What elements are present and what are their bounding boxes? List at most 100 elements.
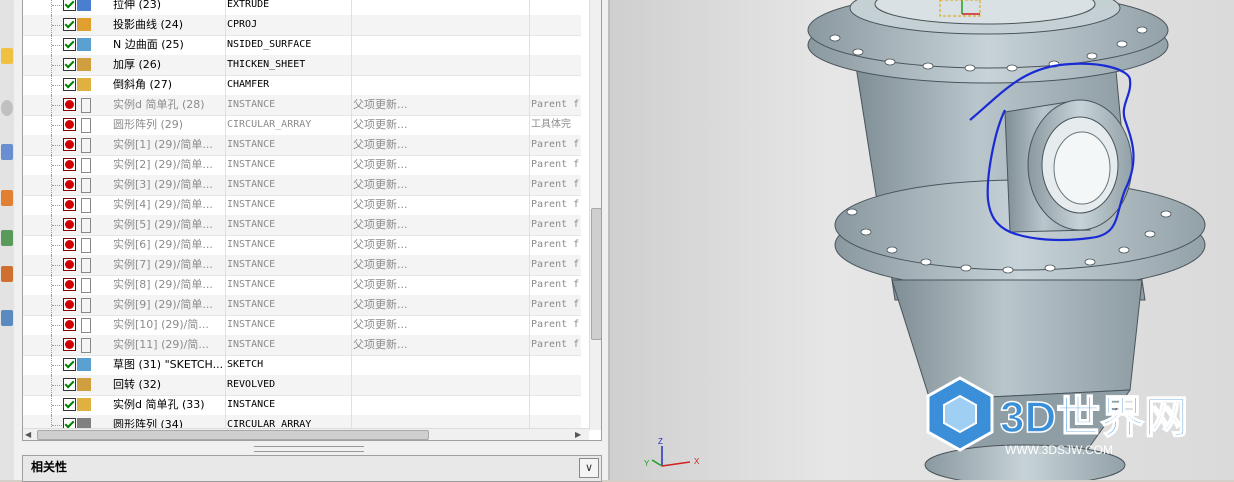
pencil-icon[interactable]	[1, 190, 13, 206]
feature-type: INSTANCE	[227, 279, 276, 290]
palette-icon[interactable]	[1, 310, 13, 326]
vertical-scrollbar[interactable]	[589, 0, 601, 430]
feature-type: INSTANCE	[227, 179, 276, 190]
feature-warning	[531, 55, 581, 75]
tools-icon[interactable]	[1, 230, 13, 246]
feature-name: N 边曲面 (25)	[113, 38, 184, 51]
feature-warning: 工具体完	[531, 119, 571, 130]
feature-name: 实例[1] (29)/简单...	[113, 138, 213, 151]
feature-name: 拉伸 (23)	[113, 0, 162, 11]
part-navigator-panel: 拉伸 (23) EXTRUDE 投影曲线 (24) CPROJ N 边曲面 (25) NS…	[14, 0, 608, 482]
feature-warning: Parent f	[531, 339, 580, 350]
feature-type: INSTANCE	[227, 99, 276, 110]
feature-name: 实例d 简单孔 (33)	[113, 398, 205, 411]
lower-pipe-body	[891, 279, 1143, 401]
feature-warning: Parent f	[531, 199, 580, 210]
feature-warning: Parent f	[531, 219, 580, 230]
feature-name: 实例[5] (29)/简单...	[113, 218, 213, 231]
tree-row[interactable]: 草图 (31) "SKETCH... SKETCH	[23, 355, 581, 376]
tree-row[interactable]: 实例d 简单孔 (28) INSTANCE 父项更新... Parent f	[23, 95, 581, 116]
feature-warning: Parent f	[531, 239, 580, 250]
feature-status: 父项更新...	[353, 238, 408, 251]
feature-warning: Parent f	[531, 139, 580, 150]
tree-row[interactable]: 实例[4] (29)/简单... INSTANCE 父项更新... Parent f	[23, 195, 581, 216]
feature-warning	[531, 75, 581, 95]
tree-row[interactable]: 实例d 简单孔 (33) INSTANCE	[23, 395, 581, 416]
tree-row[interactable]: 投影曲线 (24) CPROJ	[23, 15, 581, 36]
feature-status	[353, 15, 529, 35]
feature-name: 实例[6] (29)/简单...	[113, 238, 213, 251]
tree-row[interactable]: N 边曲面 (25) NSIDED_SURFACE	[23, 35, 581, 56]
feature-name: 草图 (31) "SKETCH...	[113, 358, 223, 371]
feature-warning	[531, 375, 581, 395]
feature-warning	[531, 0, 581, 15]
tree-row[interactable]: 实例[2] (29)/简单... INSTANCE 父项更新... Parent f	[23, 155, 581, 176]
feature-tree: 拉伸 (23) EXTRUDE 投影曲线 (24) CPROJ N 边曲面 (25) NS…	[22, 0, 602, 441]
feature-name: 倒斜角 (27)	[113, 78, 173, 91]
tree-row[interactable]: 实例[7] (29)/简单... INSTANCE 父项更新... Parent f	[23, 255, 581, 276]
feature-name: 投影曲线 (24)	[113, 18, 184, 31]
feature-type: THICKEN_SHEET	[227, 59, 306, 70]
tree-row[interactable]: 实例[5] (29)/简单... INSTANCE 父项更新... Parent f	[23, 215, 581, 236]
feature-name: 实例[10] (29)/简...	[113, 318, 209, 331]
tree-row[interactable]: 回转 (32) REVOLVED	[23, 375, 581, 396]
feature-type: INSTANCE	[227, 399, 276, 410]
tree-row[interactable]: 实例[8] (29)/简单... INSTANCE 父项更新... Parent f	[23, 275, 581, 296]
feature-type: CIRCULAR_ARRAY	[227, 119, 312, 130]
panel-splitter[interactable]	[254, 446, 364, 452]
feature-type: INSTANCE	[227, 319, 276, 330]
graphics-viewport[interactable]: Z X Y 3D世界网 WWW.3DSJW.COM	[608, 0, 1234, 480]
role-icon[interactable]	[1, 266, 13, 282]
feature-name: 实例d 简单孔 (28)	[113, 98, 205, 111]
feature-type: INSTANCE	[227, 239, 276, 250]
feature-warning: Parent f	[531, 319, 580, 330]
tree-row[interactable]: 倒斜角 (27) CHAMFER	[23, 75, 581, 96]
history-icon[interactable]	[1, 100, 13, 116]
list-icon[interactable]	[1, 144, 13, 160]
feature-status: 父项更新...	[353, 338, 408, 351]
feature-type: INSTANCE	[227, 139, 276, 150]
feature-status: 父项更新...	[353, 298, 408, 311]
watermark-title: 3D世界网	[1000, 393, 1188, 442]
tree-row[interactable]: 拉伸 (23) EXTRUDE	[23, 0, 581, 16]
tree-row[interactable]: 实例[1] (29)/简单... INSTANCE 父项更新... Parent f	[23, 135, 581, 156]
feature-status	[353, 0, 529, 15]
dependency-panel[interactable]: 相关性 ∨	[22, 455, 602, 482]
feature-warning: Parent f	[531, 159, 580, 170]
feature-status: 父项更新...	[353, 218, 408, 231]
tree-row[interactable]: 实例[10] (29)/简... INSTANCE 父项更新... Parent f	[23, 315, 581, 336]
triad-z-label: Z	[658, 437, 663, 446]
feature-status: 父项更新...	[353, 138, 408, 151]
feature-name: 回转 (32)	[113, 378, 162, 391]
tree-row[interactable]: 实例[9] (29)/简单... INSTANCE 父项更新... Parent f	[23, 295, 581, 316]
feature-status	[353, 395, 529, 415]
feature-name: 实例[9] (29)/简单...	[113, 298, 213, 311]
tree-row[interactable]: 实例[11] (29)/简... INSTANCE 父项更新... Parent f	[23, 335, 581, 356]
chevron-down-icon[interactable]: ∨	[579, 458, 599, 478]
feature-name: 实例[2] (29)/简单...	[113, 158, 213, 171]
tree-row[interactable]: 实例[6] (29)/简单... INSTANCE 父项更新... Parent f	[23, 235, 581, 256]
feature-warning: Parent f	[531, 259, 580, 270]
feature-type: INSTANCE	[227, 219, 276, 230]
feature-type: INSTANCE	[227, 159, 276, 170]
horizontal-scroll-thumb[interactable]	[37, 430, 429, 440]
feature-type: INSTANCE	[227, 259, 276, 270]
triad-x-label: X	[694, 457, 700, 466]
feature-status: 父项更新...	[353, 158, 408, 171]
horizontal-scrollbar[interactable]: ◀ ▶	[23, 428, 589, 440]
feature-type: CPROJ	[227, 19, 258, 30]
tree-row[interactable]: 加厚 (26) THICKEN_SHEET	[23, 55, 581, 76]
scroll-left-arrow-icon[interactable]: ◀	[25, 429, 31, 440]
part-navigator-icon[interactable]	[1, 48, 13, 64]
scroll-right-arrow-icon[interactable]: ▶	[575, 429, 581, 440]
tree-row[interactable]: 圆形阵列 (29) CIRCULAR_ARRAY 父项更新... 工具体完	[23, 115, 581, 136]
feature-warning: Parent f	[531, 99, 580, 110]
feature-type: INSTANCE	[227, 339, 276, 350]
left-toolbar	[0, 0, 15, 480]
vertical-scroll-thumb[interactable]	[591, 208, 601, 340]
feature-warning: Parent f	[531, 279, 580, 290]
feature-status	[353, 355, 529, 375]
model-view[interactable]: Z X Y 3D世界网 WWW.3DSJW.COM	[610, 0, 1234, 480]
feature-status: 父项更新...	[353, 98, 408, 111]
tree-row[interactable]: 实例[3] (29)/简单... INSTANCE 父项更新... Parent f	[23, 175, 581, 196]
